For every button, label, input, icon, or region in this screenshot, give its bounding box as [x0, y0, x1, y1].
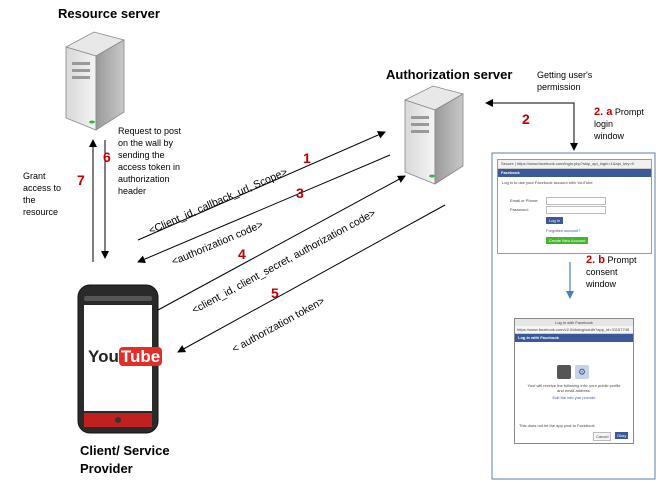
step-6: 6 — [103, 149, 111, 165]
step-4: 4 — [238, 246, 246, 262]
login-url-bar: Secure | https://www.facebook.com/login.… — [498, 160, 651, 169]
youtube-logo-tube: Tube — [118, 347, 163, 366]
login-prompt: Log in to use your Facebook account with… — [502, 180, 593, 185]
continue-button[interactable]: Okay — [615, 432, 629, 439]
step-2a-number: 2. a — [594, 106, 613, 118]
login-brand-bar: Facebook — [498, 169, 651, 177]
password-label: Password: — [510, 207, 529, 212]
password-field[interactable] — [546, 206, 606, 214]
client-title-line1: Client/ Service — [80, 443, 170, 458]
getting-permission-note: Getting user's permission — [537, 69, 592, 93]
step-2b-text-line: consent — [586, 267, 618, 277]
note-line: access to — [23, 183, 62, 193]
note-line: header — [118, 186, 147, 196]
consent-header: Log in with Facebook — [515, 334, 633, 342]
consent-body: Yoof will receive the following info: yo… — [527, 383, 621, 393]
youtube-logo-you: You — [88, 347, 119, 366]
step-7: 7 — [77, 172, 85, 188]
step-2a-text-line: window — [594, 131, 625, 141]
step-1: 1 — [303, 150, 311, 166]
step-5: 5 — [271, 285, 279, 301]
app-avatar-icon — [557, 365, 571, 379]
authorization-server-icon — [403, 85, 465, 185]
login-window: Secure | https://www.facebook.com/login.… — [497, 159, 652, 254]
step-2a-label: 2. a Prompt login window — [594, 106, 644, 142]
step-3: 3 — [296, 185, 304, 201]
login-button[interactable]: Log In — [546, 217, 564, 224]
youtube-logo: You Tube — [88, 347, 163, 367]
consent-title-bar: Log in with Facebook — [515, 319, 633, 326]
step-2a-text-line: Prompt — [614, 107, 644, 117]
step-2b-text-line: window — [586, 279, 617, 289]
note-line: Request to post — [118, 126, 182, 136]
note-line: access token in — [118, 162, 181, 172]
note-line: Grant — [23, 171, 46, 181]
forgot-link[interactable]: Forgotten account? — [546, 228, 580, 233]
consent-window: Log in with Facebook https://www.faceboo… — [514, 318, 634, 444]
note-line: Getting user's — [537, 70, 593, 80]
arrow-2-to-login — [548, 102, 578, 151]
email-label: Email or Phone: — [510, 198, 539, 203]
arrow-4 — [157, 175, 406, 311]
facebook-gear-icon: ⚙ — [575, 365, 589, 379]
note-line: the — [23, 195, 36, 205]
grant-access-note: Grant access to the resource — [23, 170, 61, 218]
note-line: sending the — [118, 150, 165, 160]
email-field[interactable] — [546, 197, 606, 205]
step-2b-number: 2. b — [586, 254, 605, 266]
edit-info-link[interactable]: Edit the info you provide — [525, 395, 623, 400]
consent-url-bar: https://www.facebook.com/v2.0/dialog/oau… — [515, 326, 633, 334]
note-line: on the wall by — [118, 138, 174, 148]
note-line: permission — [537, 82, 581, 92]
consent-footer: This does not let the app post to Facebo… — [519, 423, 595, 428]
request-post-note: Request to post on the wall by sending t… — [118, 125, 181, 197]
client-title-line2: Provider — [80, 461, 133, 476]
resource-server-icon — [64, 31, 126, 131]
step-2a-text-line: login — [594, 119, 614, 129]
authorization-server-title: Authorization server — [386, 67, 513, 82]
note-line: authorization — [118, 174, 170, 184]
step-2b-text-line: Prompt — [607, 255, 637, 265]
step-2: 2 — [522, 111, 530, 127]
create-account-button[interactable]: Create New Account — [546, 237, 589, 244]
note-line: resource — [23, 207, 59, 217]
step-2b-label: 2. b Prompt consent window — [586, 254, 636, 290]
cancel-button[interactable]: Cancel — [593, 432, 612, 441]
resource-server-title: Resource server — [58, 6, 160, 21]
